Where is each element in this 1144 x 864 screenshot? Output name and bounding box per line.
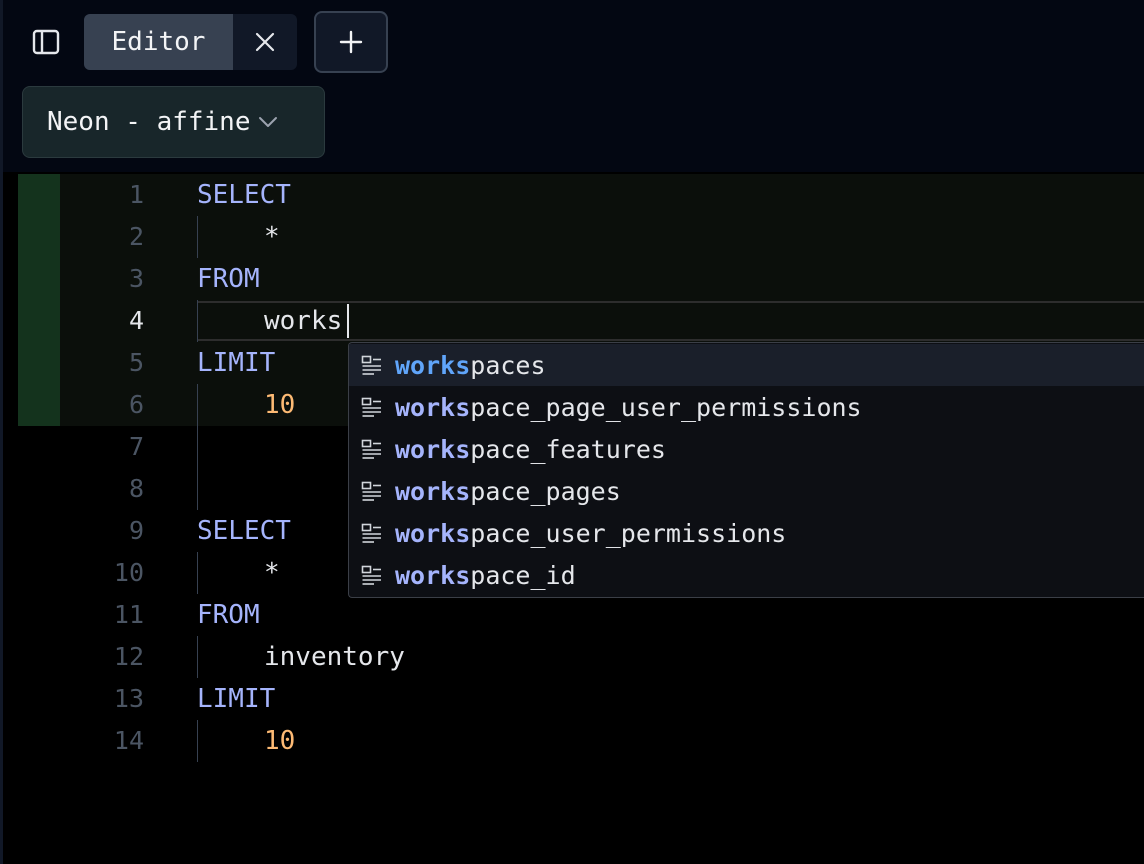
editor-line[interactable]: 14 10 xyxy=(18,720,1144,762)
line-number: 3 xyxy=(128,264,144,293)
editor-line[interactable]: 13 LIMIT xyxy=(18,678,1144,720)
code-text: FROM xyxy=(197,600,260,630)
line-number: 9 xyxy=(128,516,144,545)
indent-guide xyxy=(197,552,198,594)
table-field-icon xyxy=(349,344,395,386)
autocomplete-item-label: workspace_features xyxy=(395,435,666,464)
editor-line[interactable]: 4 works xyxy=(18,300,1144,342)
editor-line[interactable]: 11 FROM xyxy=(18,594,1144,636)
line-number: 11 xyxy=(113,600,144,629)
tab-close-button[interactable] xyxy=(233,14,297,70)
autocomplete-match-text: works xyxy=(395,434,471,464)
autocomplete-rest-text: pace_pages xyxy=(470,476,621,506)
plus-icon xyxy=(339,30,363,54)
indent-guide xyxy=(197,720,198,762)
line-number: 1 xyxy=(128,180,144,209)
code-text: 10 xyxy=(264,726,296,756)
editor-line[interactable]: 3 FROM xyxy=(18,258,1144,300)
sql-editor-app: Editor Neon - affine 1 SELECT 2 * 3 FROM 4 work… xyxy=(0,0,1144,864)
line-number: 10 xyxy=(113,558,144,587)
indent-guide xyxy=(197,426,198,468)
line-number: 13 xyxy=(113,684,144,713)
code-text: LIMIT xyxy=(197,684,276,714)
indent-guide xyxy=(197,216,198,258)
indent-guide xyxy=(197,384,198,426)
autocomplete-item[interactable]: workspace_page_user_permissions xyxy=(349,386,1144,428)
autocomplete-match-text: works xyxy=(395,392,471,422)
autocomplete-rest-text: paces xyxy=(470,350,546,380)
autocomplete-popup: workspaces workspace_page_user_permission… xyxy=(348,342,1144,598)
code-text: LIMIT xyxy=(197,348,276,378)
line-number: 5 xyxy=(128,348,144,377)
autocomplete-item[interactable]: workspace_pages xyxy=(349,470,1144,512)
editor-line[interactable]: 1 SELECT xyxy=(18,174,1144,216)
autocomplete-rest-text: pace_page_user_permissions xyxy=(470,392,862,422)
table-field-icon xyxy=(349,554,395,596)
tab-label[interactable]: Editor xyxy=(84,14,233,70)
close-icon xyxy=(255,32,275,52)
code-text: FROM xyxy=(197,264,260,294)
autocomplete-item-label: workspaces xyxy=(395,351,546,380)
editor-line[interactable]: 2 * xyxy=(18,216,1144,258)
code-text: SELECT xyxy=(197,516,291,546)
table-field-icon xyxy=(349,512,395,554)
sidebar-panel-icon xyxy=(32,29,60,55)
code-text: * xyxy=(264,222,280,252)
line-number: 8 xyxy=(128,474,144,503)
table-field-icon xyxy=(349,428,395,470)
autocomplete-match-text: works xyxy=(395,350,471,380)
autocomplete-item[interactable]: workspace_id xyxy=(349,554,1144,596)
sidebar-toggle-button[interactable] xyxy=(28,24,64,60)
text-cursor xyxy=(347,304,349,338)
line-number: 14 xyxy=(113,726,144,755)
line-number: 7 xyxy=(128,432,144,461)
left-edge-border xyxy=(0,0,3,864)
line-number: 12 xyxy=(113,642,144,671)
new-tab-button[interactable] xyxy=(314,11,388,73)
code-text: inventory xyxy=(264,642,405,672)
autocomplete-item[interactable]: workspace_user_permissions xyxy=(349,512,1144,554)
autocomplete-rest-text: pace_user_permissions xyxy=(470,518,787,548)
autocomplete-item-label: workspace_pages xyxy=(395,477,621,506)
code-editor[interactable]: 1 SELECT 2 * 3 FROM 4 works 5 LIMIT 6 10 7 8 9 SELECT 10… xyxy=(18,174,1144,864)
line-number: 2 xyxy=(128,222,144,251)
code-text: SELECT xyxy=(197,180,291,210)
autocomplete-match-text: works xyxy=(395,560,471,590)
chevron-down-icon xyxy=(257,115,279,129)
autocomplete-match-text: works xyxy=(395,476,471,506)
line-number: 4 xyxy=(128,306,144,335)
code-text: * xyxy=(264,558,280,588)
autocomplete-item-label: workspace_user_permissions xyxy=(395,519,786,548)
autocomplete-rest-text: pace_features xyxy=(470,434,666,464)
table-field-icon xyxy=(349,386,395,428)
table-field-icon xyxy=(349,470,395,512)
connection-label: Neon - affine xyxy=(47,107,251,137)
editor-line[interactable]: 12 inventory xyxy=(18,636,1144,678)
tab-editor[interactable]: Editor xyxy=(84,14,297,70)
autocomplete-item-label: workspace_id xyxy=(395,561,576,590)
connection-select[interactable]: Neon - affine xyxy=(22,86,325,158)
indent-guide xyxy=(197,636,198,678)
code-text: works xyxy=(264,306,343,336)
autocomplete-item-label: workspace_page_user_permissions xyxy=(395,393,862,422)
autocomplete-item[interactable]: workspaces xyxy=(349,344,1144,386)
indent-guide xyxy=(197,300,198,342)
autocomplete-item[interactable]: workspace_features xyxy=(349,428,1144,470)
autocomplete-match-text: works xyxy=(395,518,471,548)
indent-guide xyxy=(197,468,198,510)
line-number: 6 xyxy=(128,390,144,419)
code-text: 10 xyxy=(264,390,296,420)
autocomplete-rest-text: pace_id xyxy=(470,560,576,590)
